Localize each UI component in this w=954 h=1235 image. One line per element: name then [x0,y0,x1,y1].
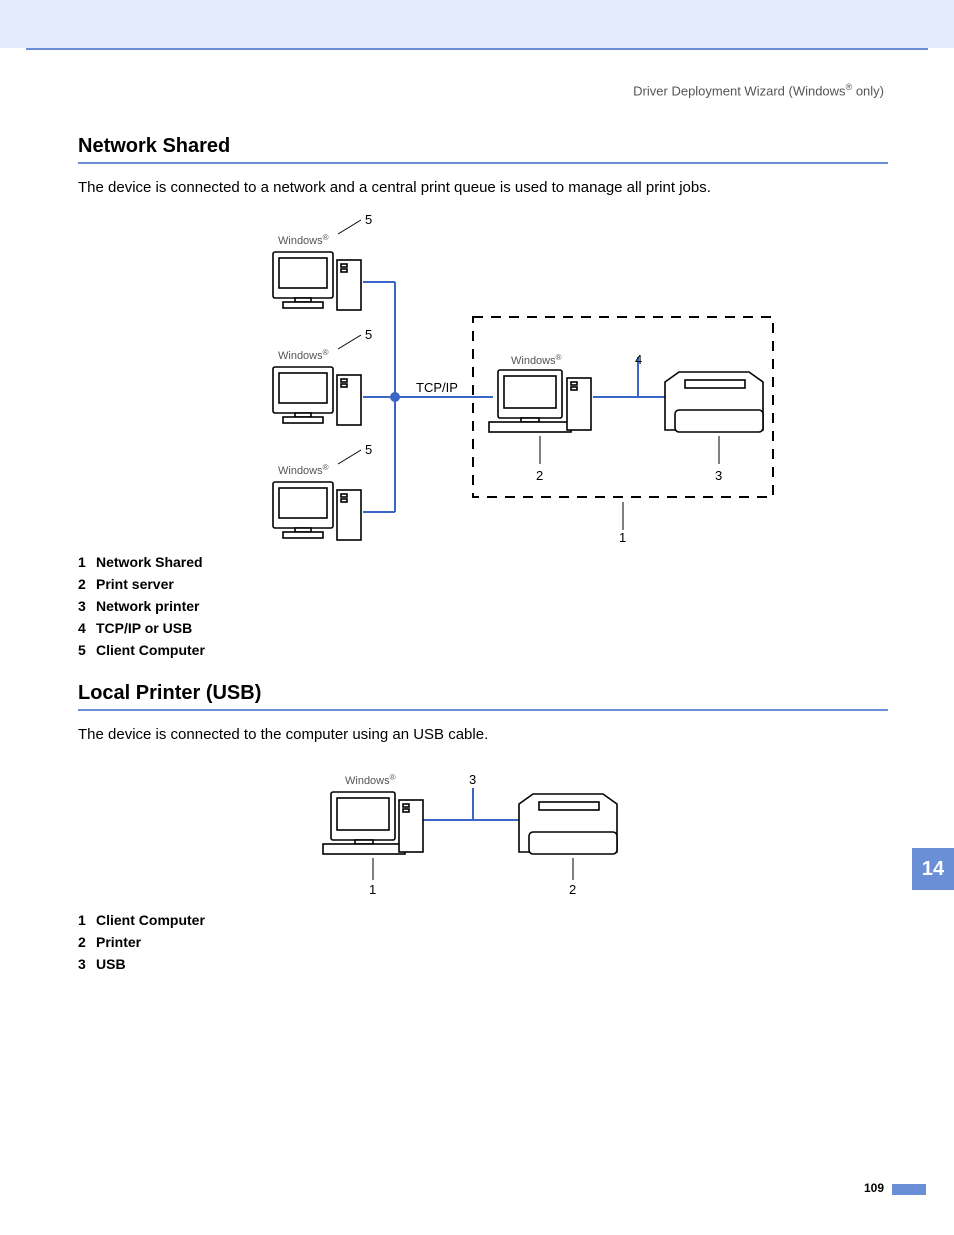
printer-icon [665,372,763,432]
breadcrumb: Driver Deployment Wizard (Windows® only) [633,82,884,98]
svg-text:5: 5 [365,442,372,457]
section2-rule [78,709,888,711]
svg-text:2: 2 [536,468,543,483]
svg-text:5: 5 [365,327,372,342]
svg-text:Windows®: Windows® [278,463,329,477]
client-computer-icon [273,482,361,540]
page: Driver Deployment Wizard (Windows® only)… [0,0,954,1235]
svg-text:5: 5 [365,212,372,227]
client-computer-icon [323,792,423,854]
list-item: 5Client Computer [78,642,888,658]
header-rule [26,48,928,50]
printer-icon [519,794,617,854]
svg-text:Windows®: Windows® [278,348,329,362]
list-item: 2Printer [78,934,888,950]
list-item: 3Network printer [78,598,888,614]
section2-legend: 1Client Computer 2Printer 3USB [78,912,888,972]
svg-text:4: 4 [635,352,642,367]
section1-rule [78,162,888,164]
list-item: 3USB [78,956,888,972]
section2-body: The device is connected to the computer … [78,725,888,745]
section2-title: Local Printer (USB) [78,682,888,705]
page-number: 109 [864,1181,884,1195]
svg-text:1: 1 [619,530,626,542]
breadcrumb-prefix: Driver Deployment Wizard (Windows [633,83,845,98]
page-number-bar [892,1184,926,1195]
print-server-icon [489,370,591,432]
network-shared-diagram: Windows® Windows® Windows® Windows® 5 5 … [183,212,783,542]
svg-text:Windows®: Windows® [278,233,329,247]
svg-text:1: 1 [369,882,376,897]
list-item: 2Print server [78,576,888,592]
local-printer-diagram: Windows® 3 1 2 [273,760,693,900]
svg-text:3: 3 [715,468,722,483]
list-item: 1Client Computer [78,912,888,928]
client-computer-icon [273,252,361,310]
section1-legend: 1Network Shared 2Print server 3Network p… [78,554,888,658]
svg-text:TCP/IP: TCP/IP [416,380,458,395]
content: Network Shared The device is connected t… [78,135,888,996]
breadcrumb-suffix: only) [852,83,884,98]
client-computer-icon [273,367,361,425]
chapter-tab: 14 [912,848,954,890]
section1-title: Network Shared [78,135,888,158]
list-item: 1Network Shared [78,554,888,570]
section1-body: The device is connected to a network and… [78,178,888,198]
svg-text:Windows®: Windows® [345,773,396,787]
svg-text:2: 2 [569,882,576,897]
svg-text:3: 3 [469,772,476,787]
header-bar [0,0,954,48]
svg-text:Windows®: Windows® [511,353,562,367]
list-item: 4TCP/IP or USB [78,620,888,636]
